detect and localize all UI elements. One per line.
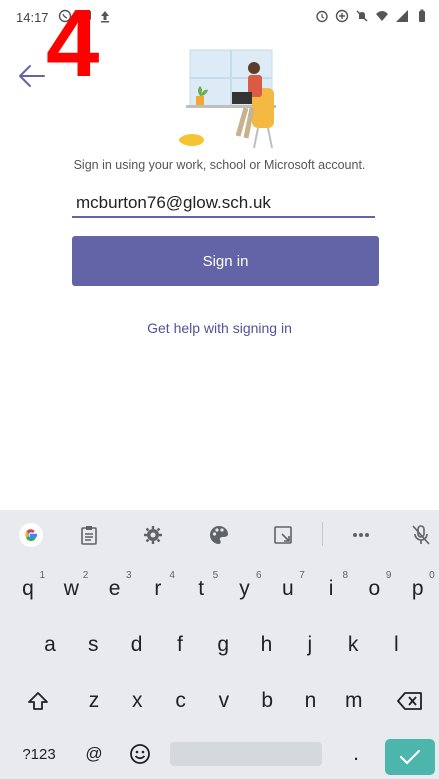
emoji-key[interactable]: [122, 735, 158, 773]
key-9[interactable]: p0: [398, 570, 438, 608]
clipboard-icon[interactable]: [74, 520, 104, 550]
toolbar-divider: [322, 522, 323, 546]
key-5[interactable]: n: [291, 682, 331, 720]
key-7[interactable]: i8: [311, 570, 351, 608]
key-0[interactable]: a: [30, 626, 70, 664]
battery-icon: [419, 9, 425, 22]
symbols-key[interactable]: ?123: [14, 735, 64, 773]
help-signing-in-link[interactable]: Get help with signing in: [0, 320, 439, 336]
key-number-hint: 1: [39, 570, 45, 581]
key-label: w: [63, 577, 79, 600]
key-label: q: [22, 577, 34, 600]
alarm-icon: [316, 10, 328, 23]
floating-keyboard-icon[interactable]: [268, 520, 298, 550]
key-number-hint: 8: [342, 570, 349, 581]
key-number-hint: 6: [255, 570, 262, 581]
key-5[interactable]: y6: [225, 570, 265, 608]
sign-in-button[interactable]: Sign in: [72, 236, 379, 286]
emoji-icon: [130, 744, 150, 764]
key-7[interactable]: k: [333, 626, 373, 664]
key-number-hint: 9: [385, 570, 392, 581]
key-label: e: [108, 577, 121, 600]
key-label: u: [281, 577, 294, 600]
data-saver-icon: [335, 9, 349, 23]
key-2[interactable]: e3: [95, 570, 135, 608]
key-1[interactable]: s: [73, 626, 113, 664]
mute-icon: [356, 10, 368, 22]
checkmark-icon: [399, 749, 421, 765]
on-screen-keyboard: q1w2e3r4t5y6u7i8o9p0asdfghjklzxcvbnm ?12…: [0, 510, 439, 779]
key-1[interactable]: w2: [51, 570, 91, 608]
key-label: p: [411, 577, 424, 600]
key-6[interactable]: m: [334, 682, 374, 720]
key-1[interactable]: x: [117, 682, 157, 720]
at-key[interactable]: @: [76, 735, 112, 773]
key-6[interactable]: j: [290, 626, 330, 664]
status-time: 14:17: [16, 10, 49, 25]
shift-key[interactable]: [16, 682, 60, 720]
key-3[interactable]: v: [204, 682, 244, 720]
space-key[interactable]: [170, 742, 322, 766]
key-2[interactable]: c: [161, 682, 201, 720]
google-icon[interactable]: [16, 520, 46, 550]
key-label: r: [154, 577, 162, 600]
key-label: t: [198, 577, 205, 600]
back-arrow-icon[interactable]: [16, 62, 48, 90]
keyboard-toolbar: [0, 510, 439, 560]
key-number-hint: 2: [82, 570, 89, 581]
more-icon[interactable]: [346, 520, 376, 550]
key-3[interactable]: f: [160, 626, 200, 664]
key-number-hint: 4: [169, 570, 175, 581]
key-2[interactable]: d: [117, 626, 157, 664]
key-4[interactable]: t5: [181, 570, 221, 608]
settings-icon[interactable]: [138, 520, 168, 550]
key-number-hint: 3: [126, 570, 132, 581]
key-6[interactable]: u7: [268, 570, 308, 608]
key-number-hint: 7: [299, 570, 305, 581]
sign-in-illustration: [179, 49, 276, 149]
key-label: o: [368, 577, 381, 600]
key-3[interactable]: r4: [138, 570, 178, 608]
key-5[interactable]: h: [247, 626, 287, 664]
key-label: y: [239, 577, 250, 600]
key-label: i: [328, 577, 334, 600]
upload-icon: [101, 11, 109, 23]
enter-key[interactable]: [385, 739, 435, 775]
key-8[interactable]: l: [376, 626, 416, 664]
signal-icon: [396, 10, 408, 22]
period-key[interactable]: .: [338, 735, 374, 773]
backspace-key[interactable]: [388, 682, 432, 720]
key-number-hint: 0: [429, 570, 435, 581]
key-0[interactable]: q1: [8, 570, 48, 608]
step-number-overlay: 4: [46, 0, 100, 97]
key-4[interactable]: g: [203, 626, 243, 664]
key-8[interactable]: o9: [354, 570, 394, 608]
key-4[interactable]: b: [247, 682, 287, 720]
key-0[interactable]: z: [74, 682, 114, 720]
sign-in-prompt: Sign in using your work, school or Micro…: [73, 158, 366, 172]
theme-icon[interactable]: [204, 520, 234, 550]
wifi-icon: [376, 11, 388, 21]
mic-off-icon[interactable]: [406, 520, 436, 550]
email-field[interactable]: [72, 190, 375, 218]
status-right-icons: [315, 9, 429, 23]
key-number-hint: 5: [212, 570, 219, 581]
